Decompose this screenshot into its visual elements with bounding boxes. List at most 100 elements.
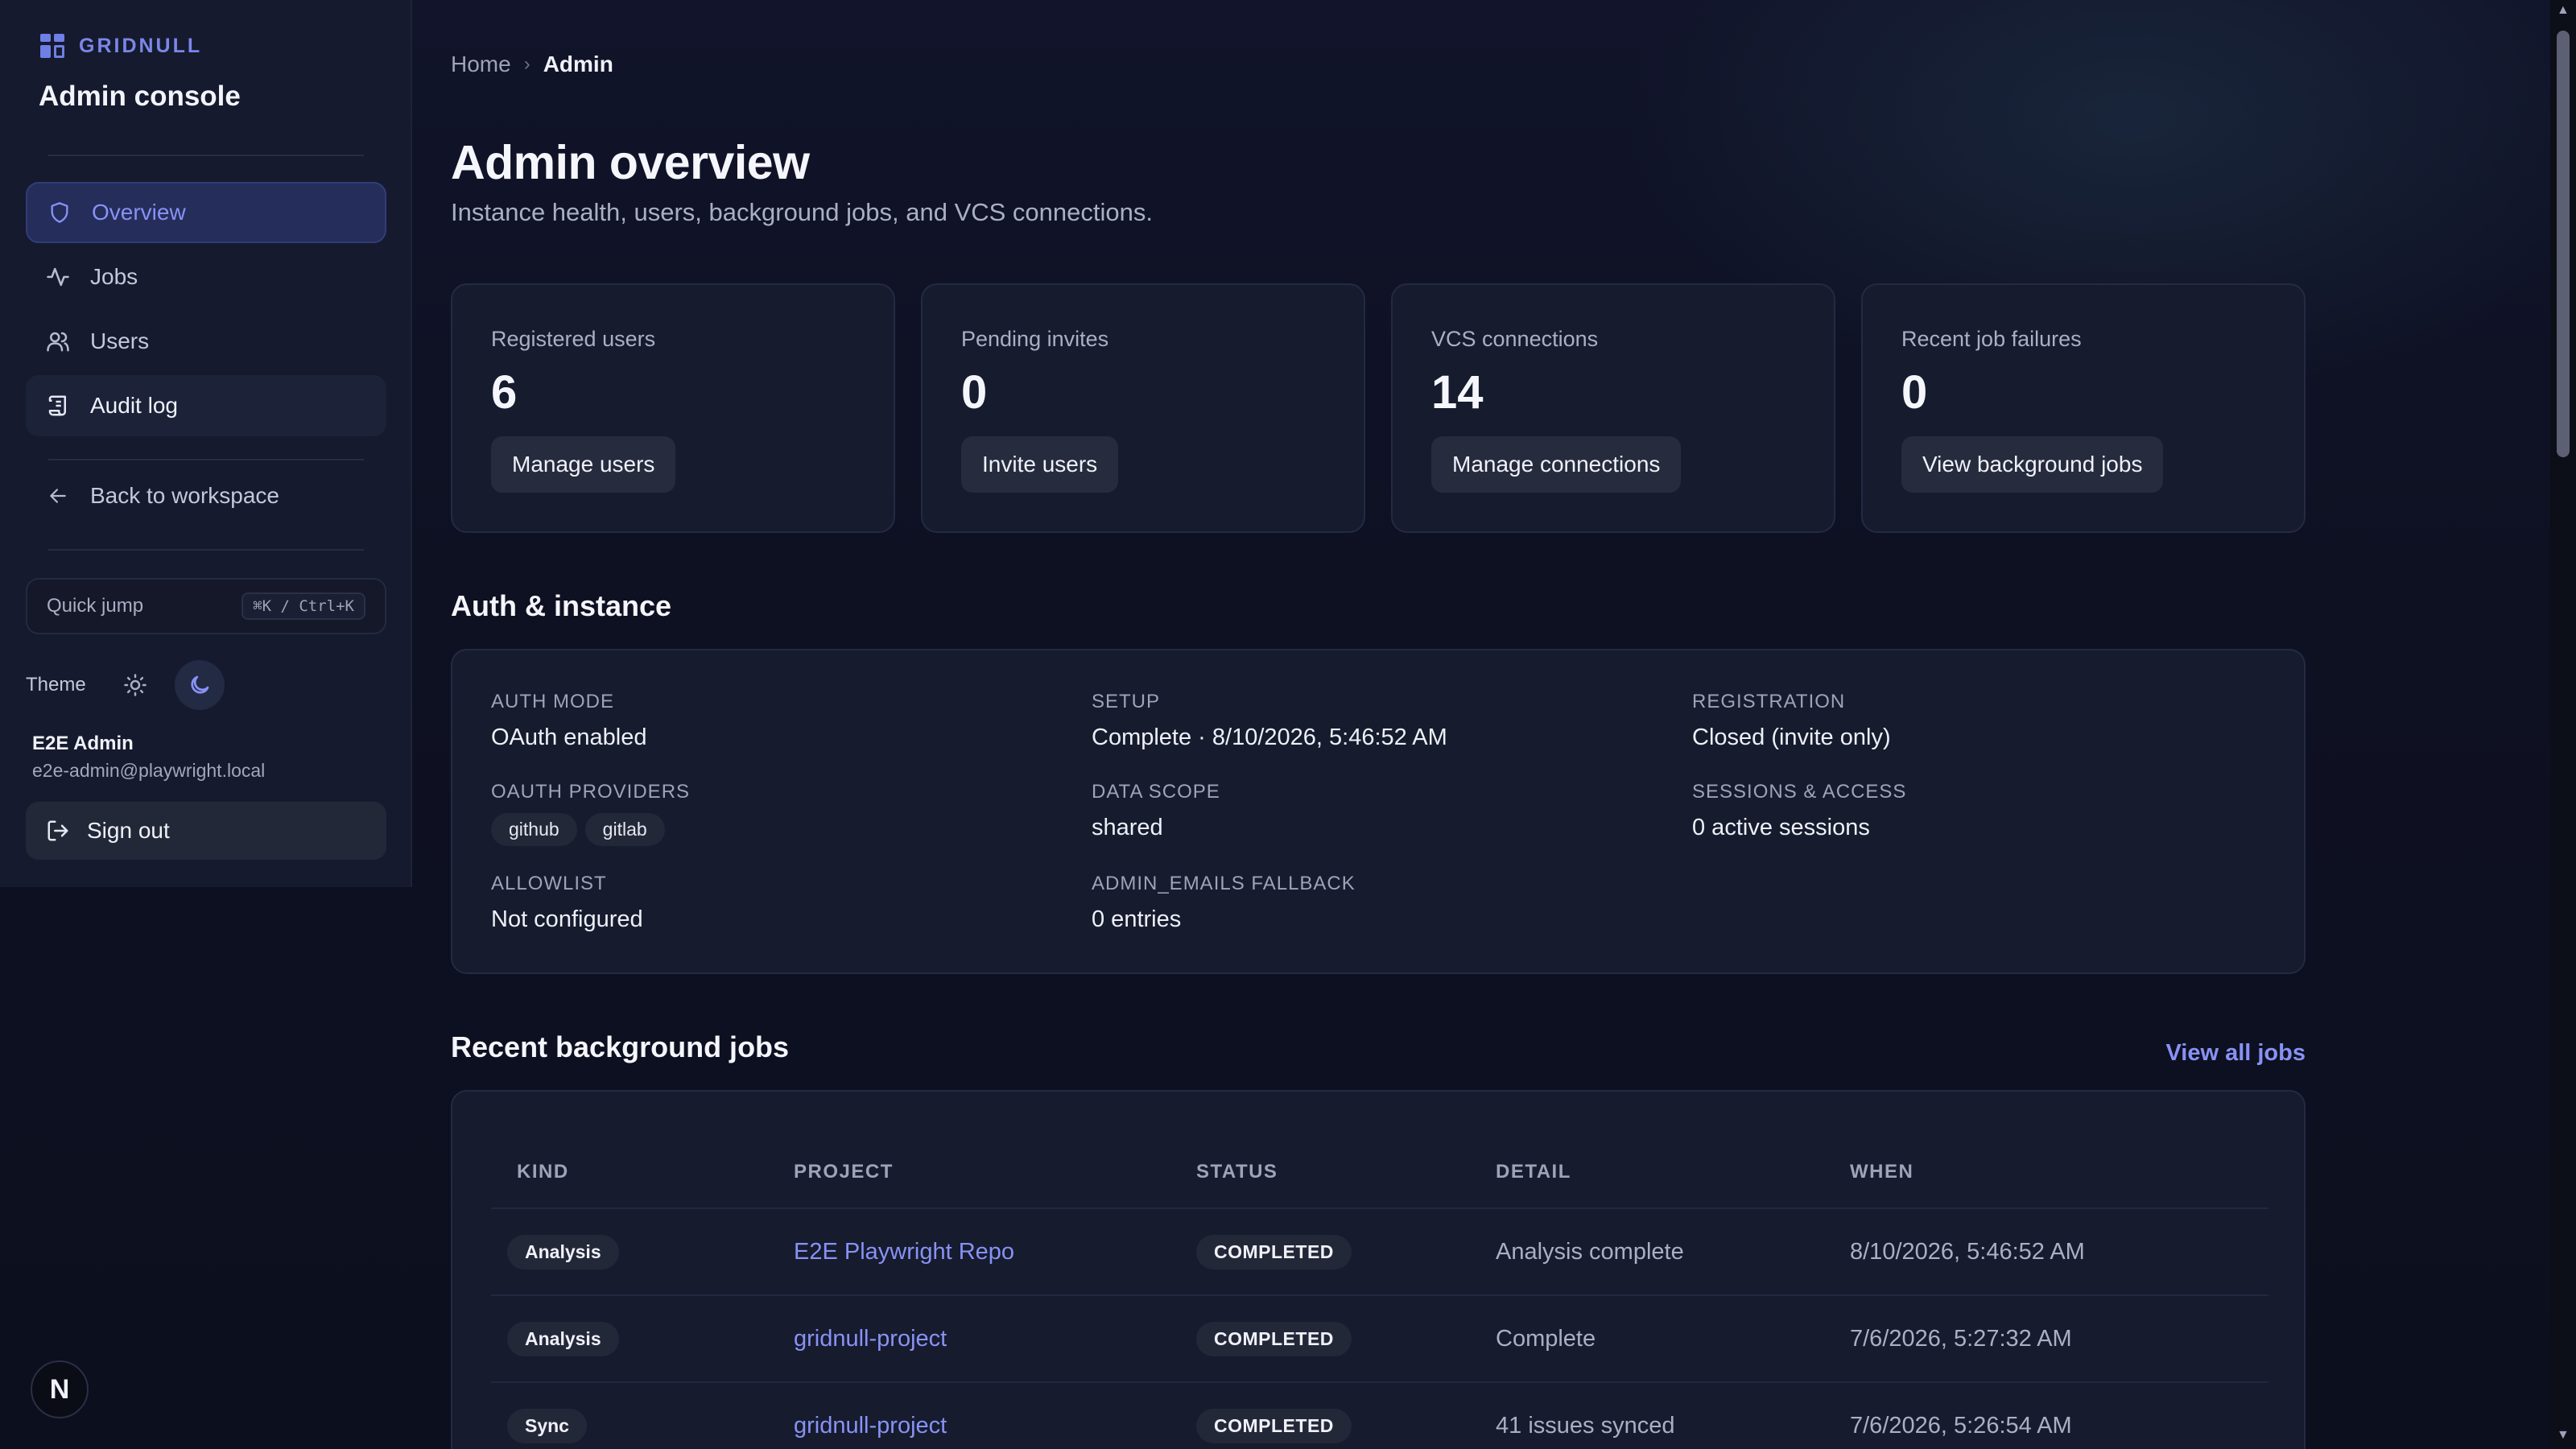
kind-chip: Analysis bbox=[507, 1321, 619, 1356]
page-subtitle: Instance health, users, background jobs,… bbox=[451, 198, 1153, 226]
status-badge: COMPLETED bbox=[1196, 1408, 1352, 1443]
light-theme-button[interactable] bbox=[110, 660, 160, 710]
provider-chip-github: github bbox=[491, 813, 577, 846]
sidebar-item-users[interactable]: Users bbox=[26, 311, 386, 372]
scroll-down-icon[interactable]: ▼ bbox=[2557, 1428, 2570, 1443]
sidebar-item-label: Jobs bbox=[90, 264, 138, 289]
user-email: e2e-admin@playwright.local bbox=[32, 760, 266, 781]
quick-jump-shortcut: ⌘K / Ctrl+K bbox=[242, 592, 365, 620]
job-detail: Complete bbox=[1496, 1325, 1596, 1352]
back-to-workspace-link[interactable]: Back to workspace bbox=[26, 465, 386, 526]
column-header-kind: KIND bbox=[517, 1161, 569, 1183]
sun-icon bbox=[123, 674, 147, 696]
column-header-status: STATUS bbox=[1196, 1161, 1278, 1183]
field-key: OAUTH PROVIDERS bbox=[491, 781, 691, 803]
sidebar-item-overview[interactable]: Overview bbox=[26, 182, 386, 243]
brand-name: GRIDNULL bbox=[79, 34, 203, 57]
project-link[interactable]: gridnull-project bbox=[794, 1296, 947, 1381]
framework-badge[interactable]: N bbox=[31, 1360, 89, 1418]
scrollbar-thumb[interactable] bbox=[2557, 31, 2570, 457]
job-when: 8/10/2026, 5:46:52 AM bbox=[1850, 1238, 2085, 1265]
stat-card-vcs-connections: VCS connections 14 Manage connections bbox=[1391, 283, 1835, 533]
breadcrumb-current: Admin bbox=[543, 52, 613, 76]
table-row[interactable]: Sync gridnull-project COMPLETED 41 issue… bbox=[491, 1381, 2268, 1449]
stat-label: Recent job failures bbox=[1901, 327, 2082, 351]
project-link[interactable]: E2E Playwright Repo bbox=[794, 1209, 1014, 1294]
field-value: 0 active sessions bbox=[1692, 815, 1870, 840]
field-value: OAuth enabled bbox=[491, 724, 647, 750]
sign-out-label: Sign out bbox=[87, 818, 170, 843]
stat-card-registered-users: Registered users 6 Manage users bbox=[451, 283, 895, 533]
sidebar-item-audit-log[interactable]: Audit log bbox=[26, 375, 386, 436]
view-background-jobs-button[interactable]: View background jobs bbox=[1901, 436, 2164, 493]
breadcrumb: Home › Admin bbox=[451, 52, 613, 77]
column-header-when: WHEN bbox=[1850, 1161, 1914, 1183]
oauth-providers-field: OAUTH PROVIDERS github gitlab bbox=[491, 781, 690, 846]
kind-chip: Sync bbox=[507, 1408, 587, 1443]
job-detail: Analysis complete bbox=[1496, 1238, 1684, 1265]
stat-value: 6 bbox=[491, 366, 518, 419]
field-value: 0 entries bbox=[1092, 906, 1182, 932]
table-row[interactable]: Analysis gridnull-project COMPLETED Comp… bbox=[491, 1294, 2268, 1381]
sessions-field: SESSIONS & ACCESS 0 active sessions bbox=[1692, 781, 1906, 841]
log-out-icon bbox=[45, 818, 71, 844]
field-key: SETUP bbox=[1092, 691, 1161, 712]
status-badge: COMPLETED bbox=[1196, 1321, 1352, 1356]
field-value: shared bbox=[1092, 815, 1163, 840]
shield-icon bbox=[47, 200, 72, 225]
table-row[interactable]: Analysis E2E Playwright Repo COMPLETED A… bbox=[491, 1208, 2268, 1294]
chevron-right-icon: › bbox=[523, 53, 530, 75]
sidebar-divider bbox=[48, 459, 364, 460]
scroll-icon bbox=[45, 393, 71, 419]
job-when: 7/6/2026, 5:26:54 AM bbox=[1850, 1412, 2072, 1439]
sidebar-item-label: Users bbox=[90, 328, 150, 353]
sidebar-item-label: Audit log bbox=[90, 393, 178, 418]
field-key: AUTH MODE bbox=[491, 691, 614, 712]
manage-users-button[interactable]: Manage users bbox=[491, 436, 676, 493]
field-key: ADMIN_EMAILS FALLBACK bbox=[1092, 873, 1356, 894]
invite-users-button[interactable]: Invite users bbox=[961, 436, 1119, 493]
stat-label: Registered users bbox=[491, 327, 656, 351]
auth-section-title: Auth & instance bbox=[451, 589, 672, 622]
manage-connections-button[interactable]: Manage connections bbox=[1431, 436, 1682, 493]
sidebar-divider bbox=[48, 549, 364, 551]
sign-out-button[interactable]: Sign out bbox=[26, 802, 386, 860]
user-name: E2E Admin bbox=[32, 733, 134, 754]
dark-theme-button[interactable] bbox=[174, 660, 225, 710]
console-title: Admin console bbox=[39, 80, 241, 112]
field-key: ALLOWLIST bbox=[491, 873, 607, 894]
allowlist-field: ALLOWLIST Not configured bbox=[491, 873, 643, 933]
theme-label: Theme bbox=[26, 674, 86, 696]
users-icon bbox=[45, 328, 71, 354]
job-when: 7/6/2026, 5:27:32 AM bbox=[1850, 1325, 2072, 1352]
gridnull-logo-icon bbox=[40, 34, 64, 58]
view-all-jobs-link[interactable]: View all jobs bbox=[2165, 1040, 2306, 1067]
field-key: REGISTRATION bbox=[1692, 691, 1846, 712]
vertical-scrollbar[interactable]: ▲ ▼ bbox=[2550, 0, 2576, 1449]
stat-value: 14 bbox=[1431, 366, 1484, 419]
registration-field: REGISTRATION Closed (invite only) bbox=[1692, 691, 1891, 751]
jobs-table: KIND PROJECT STATUS DETAIL WHEN Analysis… bbox=[451, 1090, 2306, 1449]
moon-icon bbox=[191, 675, 209, 694]
field-key: DATA SCOPE bbox=[1092, 781, 1220, 803]
stat-label: Pending invites bbox=[961, 327, 1109, 351]
scroll-up-icon[interactable]: ▲ bbox=[2557, 3, 2570, 18]
page-title: Admin overview bbox=[451, 136, 810, 189]
admin-emails-field: ADMIN_EMAILS FALLBACK 0 entries bbox=[1092, 873, 1356, 933]
kind-chip: Analysis bbox=[507, 1234, 619, 1269]
field-value: Closed (invite only) bbox=[1692, 724, 1891, 750]
status-badge: COMPLETED bbox=[1196, 1234, 1352, 1269]
provider-chip-gitlab: gitlab bbox=[584, 813, 665, 846]
sidebar-item-jobs[interactable]: Jobs bbox=[26, 246, 386, 308]
breadcrumb-home[interactable]: Home bbox=[451, 52, 511, 77]
brand[interactable]: GRIDNULL bbox=[40, 34, 202, 58]
project-link[interactable]: gridnull-project bbox=[794, 1383, 947, 1449]
auth-panel: AUTH MODE OAuth enabled SETUP Complete ·… bbox=[451, 649, 2306, 974]
theme-switcher: Theme bbox=[26, 660, 225, 710]
quick-jump-button[interactable]: Quick jump ⌘K / Ctrl+K bbox=[26, 578, 386, 634]
sidebar-divider bbox=[48, 155, 364, 156]
sidebar-item-label: Overview bbox=[92, 200, 186, 225]
stat-card-recent-job-failures: Recent job failures 0 View background jo… bbox=[1861, 283, 2306, 533]
field-key: SESSIONS & ACCESS bbox=[1692, 781, 1907, 803]
setup-field: SETUP Complete · 8/10/2026, 5:46:52 AM bbox=[1092, 691, 1447, 751]
